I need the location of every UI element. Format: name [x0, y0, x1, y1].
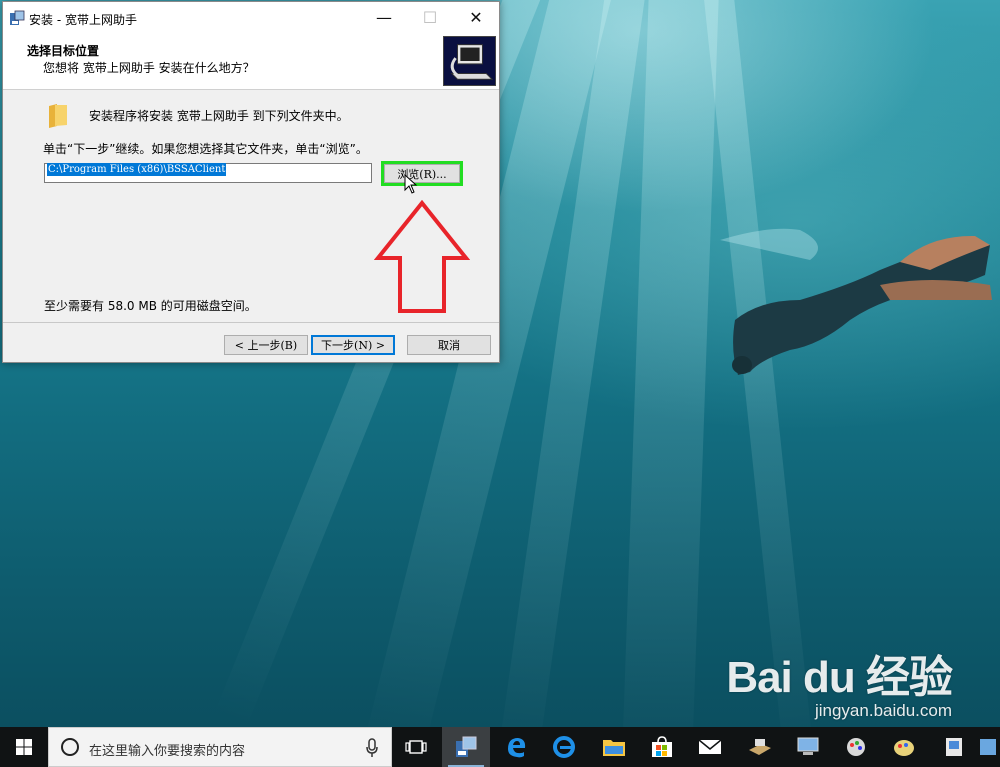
install-path-value: C:\Program Files (x86)\BSSAClient [47, 163, 227, 176]
start-button[interactable] [0, 727, 48, 767]
instruction-text: 单击“下一步”继续。如果您想选择其它文件夹，单击“浏览”。 [43, 142, 368, 156]
disk-space-text: 至少需要有 58.0 MB 的可用磁盘空间。 [44, 299, 257, 313]
edge-icon [508, 738, 526, 758]
back-button[interactable]: < 上一步(B) [224, 335, 308, 355]
taskbar-mail[interactable] [686, 727, 734, 767]
cancel-button[interactable]: 取消 [407, 335, 491, 355]
taskbar-store[interactable] [638, 727, 686, 767]
windows-logo-icon [16, 739, 32, 755]
app-icon-12 [980, 739, 996, 755]
minimize-button[interactable]: — [361, 2, 407, 34]
search-placeholder: 在这里输入你要搜索的内容 [89, 744, 246, 759]
file-explorer-icon [603, 740, 625, 756]
maximize-button[interactable]: ☐ [407, 2, 453, 34]
taskbar-app-12[interactable] [976, 727, 1000, 767]
annotation-arrow-icon [374, 200, 470, 313]
taskbar-ie[interactable] [540, 727, 588, 767]
install-path-input[interactable]: C:\Program Files (x86)\BSSAClient [44, 163, 372, 183]
app-icon-10 [894, 740, 914, 756]
window-title: 安装 - 宽带上网助手 [29, 13, 137, 27]
page-subtitle: 您想将 宽带上网助手 安装在什么地方？ [43, 61, 255, 75]
close-button[interactable]: ✕ [453, 2, 499, 34]
folder-icon [49, 104, 67, 128]
taskbar-search-box[interactable]: 在这里输入你要搜索的内容 [48, 727, 392, 767]
installer-icon [456, 736, 477, 757]
browse-button[interactable]: 浏览(R)... [381, 161, 463, 186]
taskbar-app-10[interactable] [880, 727, 928, 767]
app-icon-11 [946, 738, 962, 756]
taskbar-file-explorer[interactable] [590, 727, 638, 767]
installer-app-icon [10, 10, 25, 25]
taskbar-app-8[interactable] [784, 727, 832, 767]
page-title: 选择目标位置 [27, 44, 100, 58]
baidu-watermark: Bai du 经验 jingyan.baidu.com [726, 641, 953, 721]
wizard-header: 选择目标位置 您想将 宽带上网助手 安装在什么地方？ [3, 34, 499, 90]
ie-icon [553, 736, 575, 758]
taskbar-app-9[interactable] [832, 727, 880, 767]
task-view-icon [405, 740, 427, 754]
taskbar-installer[interactable] [442, 727, 490, 767]
mouse-cursor-icon [404, 174, 418, 194]
intro-text: 安装程序将安装 宽带上网助手 到下列文件夹中。 [89, 109, 349, 123]
taskbar-edge[interactable] [492, 727, 540, 767]
next-button[interactable]: 下一步(N) > [311, 335, 395, 355]
cortana-icon [61, 738, 79, 756]
task-view-button[interactable] [392, 727, 440, 767]
mail-icon [698, 739, 722, 754]
microphone-icon[interactable] [365, 738, 379, 758]
store-icon [652, 736, 672, 757]
title-bar[interactable]: 安装 - 宽带上网助手 — ☐ ✕ [3, 2, 499, 34]
footer-divider [3, 322, 499, 323]
app-icon-9 [847, 738, 865, 756]
taskbar: 在这里输入你要搜索的内容 [0, 727, 1000, 767]
taskbar-app-11[interactable] [930, 727, 978, 767]
browse-button-label: 浏览(R)... [384, 164, 460, 183]
app-icon-8 [797, 737, 819, 755]
watermark-logo: Bai du 经验 [726, 653, 953, 702]
app-icon-7 [749, 739, 771, 755]
taskbar-app-7[interactable] [736, 727, 784, 767]
computer-setup-icon [443, 36, 496, 86]
